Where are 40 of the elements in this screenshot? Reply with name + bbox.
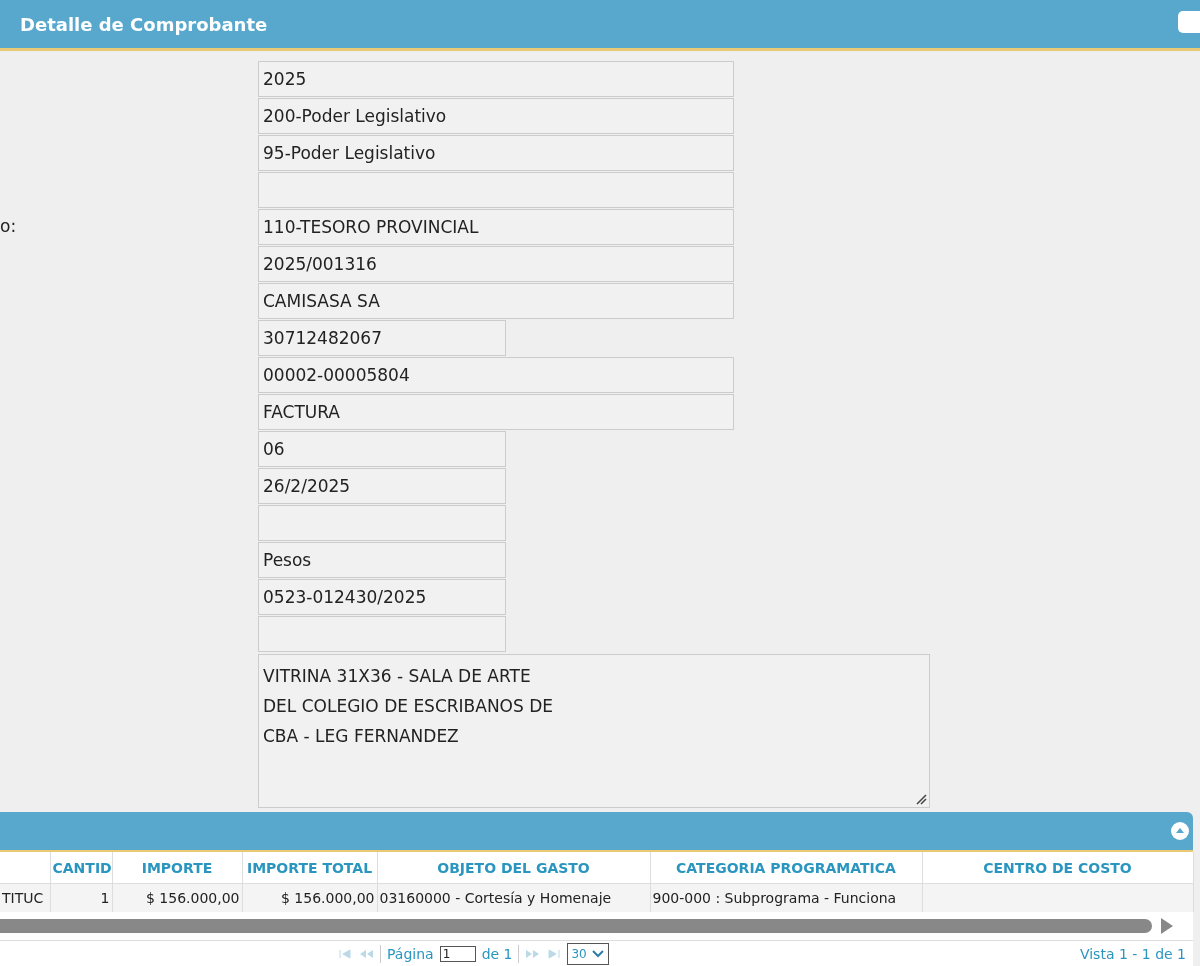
input-field[interactable] [258, 616, 506, 652]
input-field[interactable]: 30712482067 [258, 320, 506, 356]
window-button[interactable] [1178, 11, 1200, 33]
input-field[interactable]: 200-Poder Legislativo [258, 98, 734, 134]
table-cell: $ 156.000,00 [112, 883, 242, 912]
input-field[interactable]: 00002-00005804 [258, 357, 734, 393]
last-page-icon[interactable] [547, 949, 562, 959]
input-field[interactable]: 2025/001316 [258, 246, 734, 282]
page-label: Página [387, 946, 434, 962]
records-summary: Vista 1 - 1 de 1 [1079, 946, 1186, 962]
page-count: de 1 [481, 946, 513, 962]
table-cell: 1 [50, 883, 112, 912]
previous-page-icon[interactable] [358, 949, 374, 959]
first-page-icon[interactable] [338, 949, 352, 959]
table-cell: 900-000 : Subprograma - Funciona [650, 883, 922, 912]
table-cell: $ 156.000,00 [242, 883, 377, 912]
page-input[interactable]: 1 [439, 946, 476, 962]
table-cell: 03160000 - Cortesía y Homenaje [377, 883, 650, 912]
scroll-right-icon[interactable] [1160, 918, 1174, 934]
input-field[interactable]: 95-Poder Legislativo [258, 135, 734, 171]
page-size-select[interactable]: 30 [567, 943, 609, 965]
input-field[interactable]: FACTURA [258, 394, 734, 430]
column-header[interactable] [0, 852, 50, 884]
scrollbar-thumb[interactable] [0, 919, 1152, 933]
input-field[interactable]: 110-TESORO PROVINCIAL [258, 209, 734, 245]
window-title: Detalle de Comprobante [20, 13, 268, 35]
input-field[interactable] [258, 172, 734, 208]
input-field[interactable]: 0523-012430/2025 [258, 579, 506, 615]
caret-icon [590, 949, 605, 959]
collapse-icon[interactable] [1171, 822, 1189, 840]
input-field[interactable] [258, 505, 506, 541]
table-cell: TITUC [0, 883, 50, 912]
input-field[interactable]: 26/2/2025 [258, 468, 506, 504]
input-field[interactable]: CAMISASA SA [258, 283, 734, 319]
resize-handle-icon[interactable] [915, 793, 927, 805]
input-field[interactable]: 2025 [258, 61, 734, 97]
description-field[interactable]: VITRINA 31X36 - SALA DE ARTE DEL COLEGIO DE ESCRIBANOS DE CBA - LEG FERNANDEZ [258, 654, 930, 808]
input-field[interactable]: Pesos [258, 542, 506, 578]
input-field[interactable]: 06 [258, 431, 506, 467]
field-label: o: [0, 216, 17, 236]
